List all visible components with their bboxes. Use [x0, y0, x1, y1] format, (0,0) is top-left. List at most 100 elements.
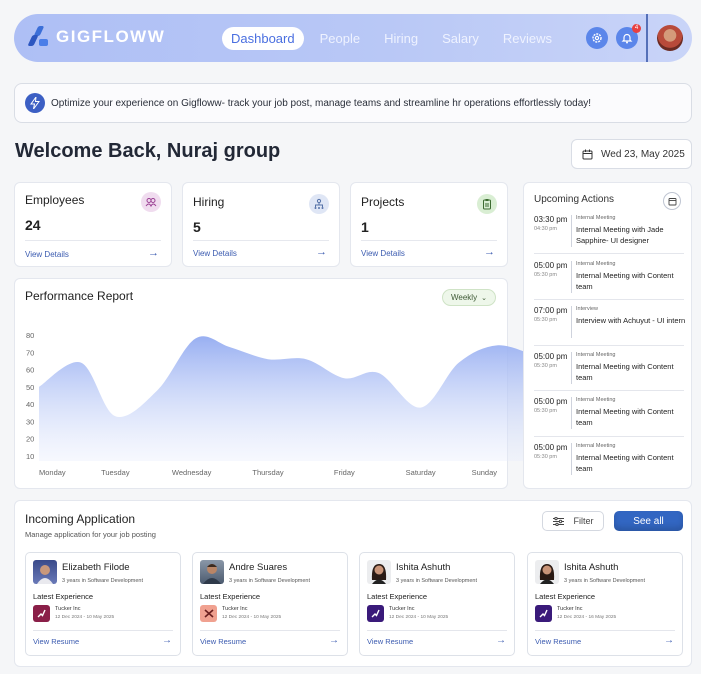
- applicant-card[interactable]: Ishita Ashuth 3 years in Software Develo…: [359, 552, 515, 656]
- bell-icon[interactable]: 4: [616, 24, 641, 49]
- stat-value: 1: [361, 219, 369, 235]
- incoming-applications-card: Incoming Application Manage application …: [14, 500, 692, 667]
- event-title: Internal Meeting with Content team: [576, 407, 674, 427]
- nav-hiring[interactable]: Hiring: [376, 27, 426, 50]
- event-type: Internal Meeting: [576, 443, 616, 449]
- event-time: 05:00 pm: [534, 397, 568, 406]
- applicant-experience: 3 years in Software Development: [62, 578, 144, 584]
- y-tick-label: 60: [26, 366, 34, 375]
- divider: [534, 299, 684, 300]
- nav-salary[interactable]: Salary: [434, 27, 487, 50]
- divider: [361, 240, 497, 241]
- event-type: Internal Meeting: [576, 215, 616, 221]
- calendar-icon: [582, 149, 593, 159]
- event-timeline: [571, 397, 572, 429]
- x-tick-label: Saturday: [406, 468, 436, 477]
- notification-badge: 4: [632, 24, 641, 33]
- user-avatar[interactable]: [657, 25, 683, 51]
- applicant-card[interactable]: Ishita Ashuth 3 years in Software Develo…: [527, 552, 683, 656]
- logo[interactable]: GIGFLOWW: [27, 26, 166, 48]
- event-title: Internal Meeting with Jade Sapphire- UI …: [576, 225, 664, 245]
- info-banner: Optimize your experience on Gigfloww- tr…: [14, 83, 692, 123]
- event-time: 03:30 pm: [534, 215, 568, 224]
- event-end-time: 05:30 pm: [534, 363, 557, 369]
- y-tick-label: 40: [26, 400, 34, 409]
- upcoming-actions-card: Upcoming Actions 03:30 pm 04:30 pm Inter…: [523, 182, 692, 489]
- applicant-experience: 3 years in Software Development: [564, 578, 646, 584]
- y-tick-label: 70: [26, 348, 34, 357]
- event-end-time: 05:30 pm: [534, 317, 557, 323]
- event-timeline: [571, 261, 572, 293]
- event-type: Internal Meeting: [576, 352, 616, 358]
- view-resume-link[interactable]: View Resume: [535, 637, 581, 646]
- divider: [25, 240, 161, 241]
- arrow-right-icon[interactable]: →: [148, 247, 159, 259]
- logo-icon: [27, 26, 50, 48]
- divider: [33, 630, 173, 631]
- arrow-right-icon[interactable]: →: [664, 635, 674, 646]
- divider: [534, 345, 684, 346]
- arrow-right-icon[interactable]: →: [496, 635, 506, 646]
- arrow-right-icon[interactable]: →: [316, 246, 327, 258]
- applicant-avatar: [367, 560, 391, 584]
- org-chart-icon: [309, 194, 329, 214]
- event-time: 05:00 pm: [534, 352, 568, 361]
- incoming-subtitle: Manage application for your job posting: [25, 530, 156, 539]
- upcoming-title: Upcoming Actions: [534, 194, 615, 205]
- applicant-name: Ishita Ashuth: [396, 562, 451, 573]
- divider: [535, 630, 675, 631]
- view-resume-link[interactable]: View Resume: [367, 637, 413, 646]
- settings-icon[interactable]: [586, 27, 608, 49]
- filter-label: Filter: [573, 516, 594, 526]
- nav-people[interactable]: People: [312, 27, 368, 50]
- company-logo-icon: [200, 605, 217, 622]
- x-tick-label: Wednesday: [172, 468, 212, 477]
- stat-title: Hiring: [193, 195, 225, 209]
- event-timeline: [571, 306, 572, 338]
- applicant-card[interactable]: Andre Suares 3 years in Software Develop…: [192, 552, 348, 656]
- x-tick-label: Tuesday: [101, 468, 130, 477]
- team-icon: [141, 192, 161, 212]
- applicant-name: Elizabeth Filode: [62, 562, 130, 573]
- nav-dashboard[interactable]: Dashboard: [222, 27, 304, 50]
- event-time: 05:00 pm: [534, 443, 568, 452]
- divider: [193, 240, 329, 241]
- event-title: Internal Meeting with Content team: [576, 271, 674, 291]
- divider: [534, 253, 684, 254]
- applicant-avatar: [33, 560, 57, 584]
- company-logo-icon: [535, 605, 552, 622]
- arrow-right-icon[interactable]: →: [484, 246, 495, 258]
- nav-divider: [646, 14, 648, 62]
- stat-card-projects: Projects 1 View Details →: [350, 182, 508, 267]
- y-tick-label: 80: [26, 331, 34, 340]
- y-tick-label: 10: [26, 452, 34, 461]
- arrow-right-icon[interactable]: →: [162, 635, 172, 646]
- applicant-name: Andre Suares: [229, 562, 288, 573]
- performance-report-card: Performance Report Weekly ⌄ 80 70 60 50 40 30…: [14, 278, 536, 489]
- arrow-right-icon[interactable]: →: [329, 635, 339, 646]
- date-picker[interactable]: Wed 23, May 2025: [571, 139, 692, 169]
- page-title: Welcome Back, Nuraj group: [15, 140, 281, 162]
- divider: [200, 630, 340, 631]
- view-resume-link[interactable]: View Resume: [33, 637, 79, 646]
- view-details-link[interactable]: View Details: [193, 249, 237, 258]
- view-details-link[interactable]: View Details: [25, 250, 69, 259]
- logo-text: GIGFLOWW: [56, 27, 166, 46]
- current-date: Wed 23, May 2025: [601, 148, 685, 160]
- performance-area: [39, 336, 536, 461]
- calendar-add-icon[interactable]: [663, 192, 681, 210]
- event-timeline: [571, 443, 572, 475]
- see-all-button[interactable]: See all: [614, 511, 683, 531]
- company-name: Tucker Inc: [557, 606, 583, 612]
- stat-card-hiring: Hiring 5 View Details →: [182, 182, 340, 267]
- view-details-link[interactable]: View Details: [361, 249, 405, 258]
- filter-button[interactable]: Filter: [542, 511, 604, 531]
- view-resume-link[interactable]: View Resume: [200, 637, 246, 646]
- event-title: Interview with Achuyut - UI intern: [576, 316, 686, 325]
- applicant-card[interactable]: Elizabeth Filode 3 years in Software Dev…: [25, 552, 181, 656]
- nav-reviews[interactable]: Reviews: [495, 27, 560, 50]
- x-tick-label: Sunday: [472, 468, 498, 477]
- event-end-time: 04:30 pm: [534, 226, 557, 232]
- y-tick-label: 50: [26, 383, 34, 392]
- nav-links: Dashboard People Hiring Salary Reviews: [222, 27, 560, 50]
